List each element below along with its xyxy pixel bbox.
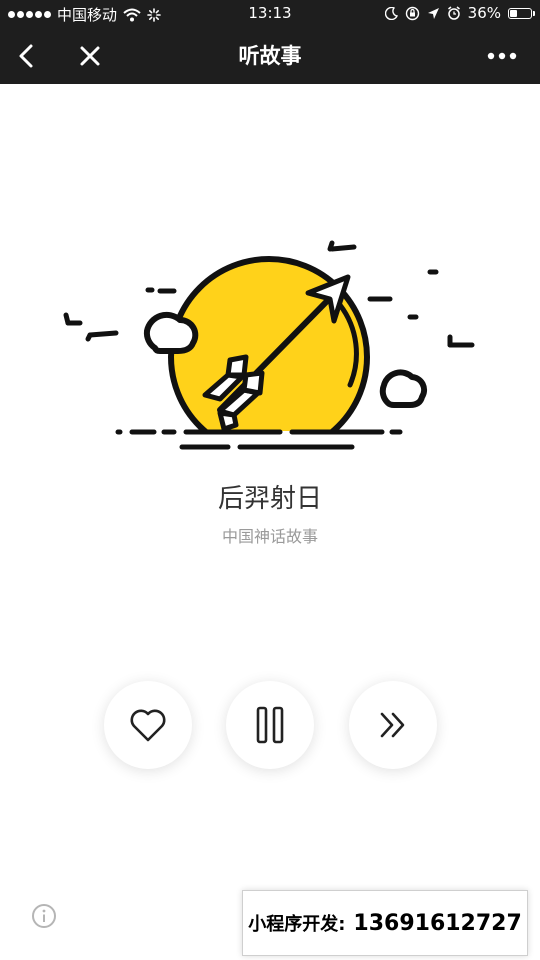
moon-icon (384, 6, 398, 20)
ground-lines-shape (115, 429, 403, 450)
promo-label: 小程序开发: (248, 914, 346, 935)
page-title: 听故事 (238, 44, 302, 68)
promo-phone-number: 13691612727 (353, 910, 522, 936)
heart-icon (130, 709, 166, 742)
battery-icon (508, 7, 535, 19)
pause-button[interactable] (226, 681, 314, 769)
cloud-left-shape (143, 311, 199, 354)
rotation-lock-icon (405, 6, 419, 20)
like-button[interactable] (104, 681, 192, 769)
screen: 中国移动 13:13 36% 听故事 后羿射日 中国神话故事 小程序开发: 13… (0, 0, 540, 960)
alarm-icon (447, 6, 460, 20)
fast-forward-icon (380, 712, 405, 738)
battery-level (510, 9, 517, 17)
info-icon[interactable] (31, 903, 57, 929)
pause-icon (256, 706, 284, 744)
back-button[interactable] (6, 36, 46, 76)
battery-percent: 36% (467, 4, 501, 22)
story-title: 后羿射日 (217, 484, 322, 514)
cloud-right-shape (379, 369, 427, 408)
story-subtitle: 中国神话故事 (221, 527, 318, 546)
more-dots-icon (487, 52, 517, 60)
sun-arrow-illustration (63, 240, 475, 450)
location-icon (427, 7, 439, 19)
promo-banner: 小程序开发: 13691612727 (242, 890, 528, 956)
chevron-left-icon (19, 44, 33, 68)
status-right: 36% (384, 4, 535, 22)
more-button[interactable] (482, 36, 522, 76)
status-bar: 中国移动 13:13 36% (0, 0, 540, 28)
close-button[interactable] (70, 36, 110, 76)
nav-bar: 听故事 (0, 28, 540, 84)
close-icon (80, 46, 100, 66)
next-button[interactable] (349, 681, 437, 769)
